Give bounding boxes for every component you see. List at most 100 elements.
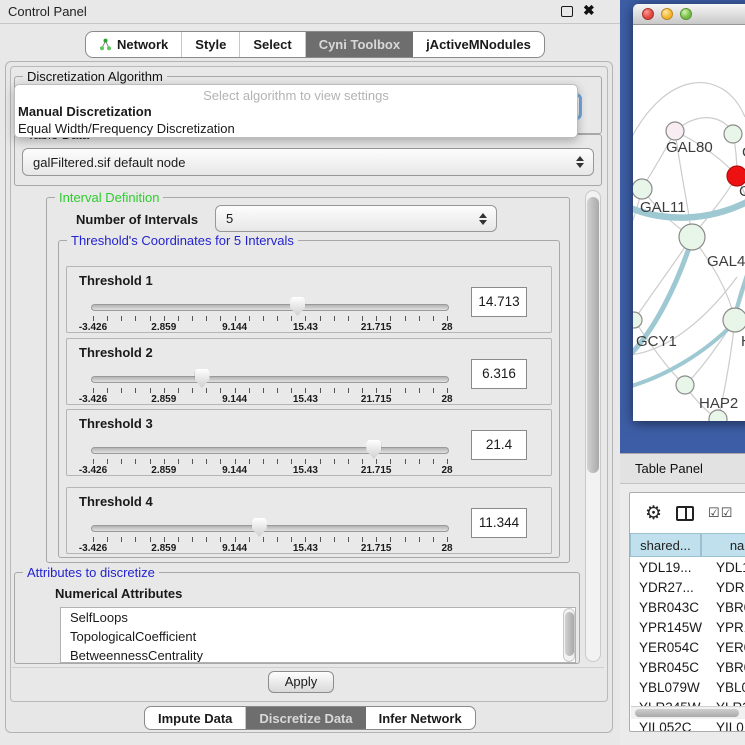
- table-toolbar: ⚙ ☑☑: [630, 493, 745, 533]
- cell-shared-name[interactable]: YBR043C: [630, 600, 708, 615]
- tab-cyni-toolbox[interactable]: Cyni Toolbox: [306, 32, 413, 57]
- tab-select[interactable]: Select: [240, 32, 305, 57]
- threshold-label: Threshold 2: [79, 345, 153, 360]
- slider-scale-label: 21.715: [361, 394, 392, 405]
- minimize-traffic-light-icon[interactable]: [661, 8, 673, 20]
- slider-scale-label: 21.715: [361, 543, 392, 554]
- column-header-name[interactable]: na: [701, 533, 745, 557]
- close-traffic-light-icon[interactable]: [642, 8, 654, 20]
- network-view-window[interactable]: GAL80 G C GAL11 GAL4 GCY1 H HAP2: [633, 4, 745, 421]
- node-top-right[interactable]: [724, 125, 742, 143]
- slider-scale-labels: -3.4262.8599.14415.4321.71528: [93, 322, 447, 334]
- dropdown-option-equal-width[interactable]: Equal Width/Frequency Discretization: [15, 120, 577, 137]
- control-panel-titlebar: [0, 0, 620, 24]
- network-window-titlebar[interactable]: [633, 4, 745, 25]
- threshold-slider-thumb[interactable]: [195, 369, 210, 388]
- threshold-slider[interactable]: [91, 376, 449, 383]
- table-hscrollbar-thumb[interactable]: [635, 709, 739, 717]
- cell-shared-name[interactable]: YBL079W: [630, 680, 708, 695]
- table-row[interactable]: YBR043CYBR0: [630, 597, 745, 617]
- num-intervals-label: Number of Intervals: [76, 212, 198, 227]
- main-scrollbar[interactable]: [585, 190, 601, 662]
- node-label-gcy1: GCY1: [636, 333, 677, 350]
- tab-style[interactable]: Style: [182, 32, 240, 57]
- table-row[interactable]: YBR045CYBR0: [630, 657, 745, 677]
- node-h[interactable]: [723, 308, 745, 332]
- attributes-list-scrollbar[interactable]: [563, 608, 575, 662]
- node-hap2[interactable]: [676, 376, 694, 394]
- threshold-slider-thumb[interactable]: [252, 518, 267, 537]
- threshold-slider-thumb[interactable]: [290, 297, 305, 316]
- threshold-value-field[interactable]: 6.316: [471, 359, 527, 389]
- cell-name[interactable]: YDR2: [708, 580, 745, 595]
- attribute-list-item[interactable]: TopologicalCoefficient: [61, 627, 575, 646]
- cell-name[interactable]: YER0: [708, 640, 745, 655]
- cell-name[interactable]: YBR0: [708, 660, 745, 675]
- cell-shared-name[interactable]: YPR145W: [630, 620, 708, 635]
- checkboxes-icon[interactable]: ☑☑: [708, 505, 733, 521]
- table-row[interactable]: YIL052CYIL0: [630, 717, 745, 732]
- spinner-icon: [572, 156, 588, 168]
- table-panel-box: ⚙ ☑☑ shared... na YDL19...YDL1YDR27...YD…: [629, 492, 745, 732]
- threshold-slider[interactable]: [91, 447, 449, 454]
- slider-scale-labels: -3.4262.8599.14415.4321.71528: [93, 543, 447, 555]
- cell-shared-name[interactable]: YER054C: [630, 640, 708, 655]
- column-header-shared[interactable]: shared...: [630, 533, 701, 557]
- attribute-list-item[interactable]: SelfLoops: [61, 608, 575, 627]
- float-window-icon[interactable]: [561, 6, 573, 17]
- attribute-list-item[interactable]: BetweennessCentrality: [61, 646, 575, 663]
- node-gal80[interactable]: [666, 122, 684, 140]
- gear-icon[interactable]: ⚙: [645, 502, 662, 525]
- numerical-attributes-list[interactable]: SelfLoopsTopologicalCoefficientBetweenne…: [60, 607, 576, 663]
- cell-shared-name[interactable]: YIL052C: [630, 720, 708, 733]
- cell-name[interactable]: YBR0: [708, 600, 745, 615]
- tab-impute-data[interactable]: Impute Data: [145, 707, 246, 729]
- network-canvas[interactable]: GAL80 G C GAL11 GAL4 GCY1 H HAP2: [633, 25, 745, 421]
- slider-scale-label: -3.426: [79, 322, 107, 333]
- num-intervals-combobox[interactable]: 5: [215, 205, 497, 232]
- network-graph: GAL80 G C GAL11 GAL4 GCY1 H HAP2: [633, 25, 745, 421]
- node-label-gal4: GAL4: [707, 253, 745, 270]
- table-row[interactable]: YER054CYER0: [630, 637, 745, 657]
- node-label-gal11: GAL11: [640, 199, 686, 216]
- tab-network[interactable]: Network: [86, 32, 182, 57]
- slider-scale-label: 21.715: [361, 465, 392, 476]
- cell-shared-name[interactable]: YDR27...: [630, 580, 708, 595]
- slider-scale-labels: -3.4262.8599.14415.4321.71528: [93, 394, 447, 406]
- cell-shared-name[interactable]: YBR045C: [630, 660, 708, 675]
- zoom-traffic-light-icon[interactable]: [680, 8, 692, 20]
- threshold-value-field[interactable]: 21.4: [471, 430, 527, 460]
- table-row[interactable]: YPR145WYPR1: [630, 617, 745, 637]
- threshold-slider[interactable]: [91, 304, 449, 311]
- page-title: Control Panel: [8, 4, 87, 19]
- cell-name[interactable]: YDL1: [708, 560, 745, 575]
- main-scrollbar-thumb[interactable]: [587, 197, 599, 473]
- apply-button[interactable]: Apply: [268, 671, 334, 693]
- threshold-value-field[interactable]: 11.344: [471, 508, 527, 538]
- tab-discretize-data[interactable]: Discretize Data: [246, 707, 365, 729]
- spinner-icon: [475, 213, 491, 225]
- attributes-list-scrollbar-thumb[interactable]: [565, 612, 574, 656]
- dropdown-option-manual[interactable]: Manual Discretization: [15, 103, 577, 120]
- table-row[interactable]: YDR27...YDR2: [630, 577, 745, 597]
- table-row[interactable]: YBL079WYBL0: [630, 677, 745, 697]
- table-data-combobox[interactable]: galFiltered.sif default node: [22, 148, 594, 176]
- cell-shared-name[interactable]: YDL19...: [630, 560, 708, 575]
- cell-name[interactable]: YPR1: [708, 620, 745, 635]
- node-gcy1[interactable]: [633, 312, 642, 328]
- node-gal11[interactable]: [633, 179, 652, 199]
- table-row[interactable]: YDL19...YDL1: [630, 557, 745, 577]
- tab-infer-network[interactable]: Infer Network: [366, 707, 475, 729]
- threshold-slider[interactable]: [91, 525, 449, 532]
- cell-name[interactable]: YBL0: [708, 680, 745, 695]
- close-icon[interactable]: ✖: [583, 2, 595, 19]
- table-hscrollbar[interactable]: [631, 706, 745, 719]
- numerical-attributes-label: Numerical Attributes: [55, 586, 182, 601]
- tab-jactivemnodules[interactable]: jActiveMNodules: [413, 32, 544, 57]
- threshold-value-field[interactable]: 14.713: [471, 287, 527, 317]
- columns-icon[interactable]: [676, 506, 694, 521]
- threshold-slider-thumb[interactable]: [366, 440, 381, 459]
- cell-name[interactable]: YIL0: [708, 720, 744, 733]
- node-gal4[interactable]: [679, 224, 705, 250]
- slider-scale-label: 9.144: [222, 543, 247, 554]
